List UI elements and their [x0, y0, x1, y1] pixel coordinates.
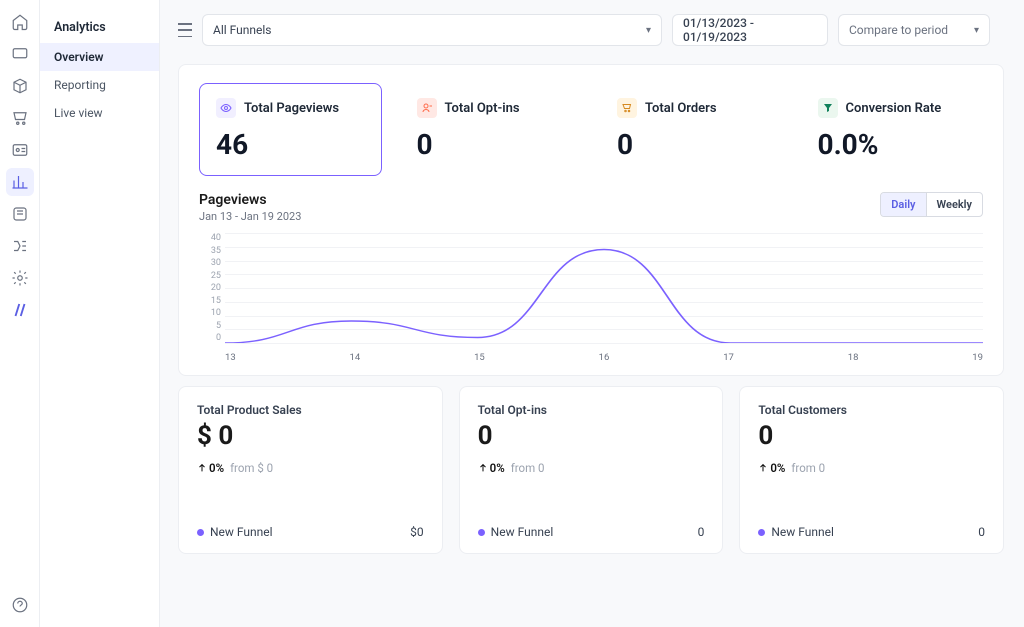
toggle-weekly[interactable]: Weekly	[927, 193, 982, 216]
sidebar-item-overview[interactable]: Overview	[40, 43, 159, 71]
eye-icon	[216, 98, 236, 118]
card-trend: 0% from $ 0	[197, 461, 424, 475]
card-funnel-value: 0	[698, 525, 705, 539]
screen-icon[interactable]	[6, 40, 34, 68]
funnel-selector[interactable]: All Funnels ▾	[202, 14, 662, 46]
sidebar: Analytics Overview Reporting Live view	[40, 0, 160, 627]
chevron-down-icon: ▾	[974, 25, 979, 36]
help-icon[interactable]	[6, 591, 34, 619]
compare-selector[interactable]: Compare to period ▾	[838, 14, 990, 46]
card-value: 0	[478, 421, 705, 451]
chart-title: Pageviews	[199, 192, 301, 208]
pageviews-chart: 40 35 30 25 20 15 10 5 0 13 14 15 16	[199, 233, 983, 363]
cart-icon[interactable]	[6, 104, 34, 132]
card-value: 0	[758, 421, 985, 451]
funnel-selector-value: All Funnels	[213, 23, 272, 37]
arrow-up-icon	[197, 463, 207, 473]
brand-icon[interactable]	[6, 296, 34, 324]
sidebar-item-reporting[interactable]: Reporting	[40, 71, 159, 99]
toggle-daily[interactable]: Daily	[881, 193, 926, 216]
stat-label: Conversion Rate	[846, 101, 942, 116]
summary-cards: Total Product Sales $ 0 0% from $ 0 New …	[178, 386, 1004, 554]
dot-icon	[197, 529, 204, 536]
card-funnel-name: New Funnel	[491, 525, 554, 539]
date-range-picker[interactable]: 01/13/2023 - 01/19/2023	[672, 14, 828, 46]
flow-icon[interactable]	[6, 232, 34, 260]
stat-pageviews[interactable]: Total Pageviews 46	[199, 83, 382, 176]
stat-label: Total Opt-ins	[445, 101, 520, 116]
card-title: Total Customers	[758, 403, 985, 417]
cart-icon	[617, 98, 637, 118]
card-customers: Total Customers 0 0% from 0 New Funnel 0	[739, 386, 1004, 554]
overview-panel: Total Pageviews 46 Total Opt-ins 0 Total…	[178, 64, 1004, 376]
card-trend: 0% from 0	[478, 461, 705, 475]
card-funnel-value: $0	[410, 525, 424, 539]
chart-x-labels: 13 14 15 16 17 18 19	[225, 352, 983, 363]
icon-rail	[0, 0, 40, 627]
chart-line	[225, 233, 983, 343]
card-title: Total Product Sales	[197, 403, 424, 417]
dot-icon	[478, 529, 485, 536]
stat-value: 0	[417, 128, 566, 161]
stat-value: 0	[617, 128, 766, 161]
chart-header: Pageviews Jan 13 - Jan 19 2023 Daily Wee…	[199, 192, 983, 223]
user-minus-icon	[417, 98, 437, 118]
chart-interval-toggle: Daily Weekly	[880, 192, 983, 217]
card-title: Total Opt-ins	[478, 403, 705, 417]
home-icon[interactable]	[6, 8, 34, 36]
stat-orders[interactable]: Total Orders 0	[600, 83, 783, 176]
chart-subtitle: Jan 13 - Jan 19 2023	[199, 210, 301, 223]
chart-y-labels: 40 35 30 25 20 15 10 5 0	[199, 233, 221, 343]
stat-row: Total Pageviews 46 Total Opt-ins 0 Total…	[199, 83, 983, 176]
card-optins: Total Opt-ins 0 0% from 0 New Funnel 0	[459, 386, 724, 554]
arrow-up-icon	[478, 463, 488, 473]
top-filter-bar: All Funnels ▾ 01/13/2023 - 01/19/2023 Co…	[160, 0, 1024, 50]
dot-icon	[758, 529, 765, 536]
chevron-down-icon: ▾	[646, 25, 651, 36]
card-value: $ 0	[197, 421, 424, 451]
date-range-value: 01/13/2023 - 01/19/2023	[683, 16, 817, 44]
settings-icon[interactable]	[6, 264, 34, 292]
automation-icon[interactable]	[6, 200, 34, 228]
stat-value: 46	[216, 128, 365, 161]
stat-optins[interactable]: Total Opt-ins 0	[400, 83, 583, 176]
id-icon[interactable]	[6, 136, 34, 164]
card-funnel-name: New Funnel	[210, 525, 273, 539]
card-product-sales: Total Product Sales $ 0 0% from $ 0 New …	[178, 386, 443, 554]
analytics-icon[interactable]	[6, 168, 34, 196]
stat-value: 0.0%	[818, 128, 967, 161]
menu-icon[interactable]	[178, 23, 192, 37]
compare-value: Compare to period	[849, 23, 948, 37]
card-funnel-value: 0	[978, 525, 985, 539]
stat-conversion[interactable]: Conversion Rate 0.0%	[801, 83, 984, 176]
stat-label: Total Pageviews	[244, 101, 339, 116]
card-trend: 0% from 0	[758, 461, 985, 475]
package-icon[interactable]	[6, 72, 34, 100]
stat-label: Total Orders	[645, 101, 717, 116]
sidebar-heading: Analytics	[40, 12, 159, 43]
main: All Funnels ▾ 01/13/2023 - 01/19/2023 Co…	[160, 0, 1024, 627]
sidebar-item-liveview[interactable]: Live view	[40, 99, 159, 127]
card-funnel-name: New Funnel	[771, 525, 834, 539]
arrow-up-icon	[758, 463, 768, 473]
funnel-icon	[818, 98, 838, 118]
